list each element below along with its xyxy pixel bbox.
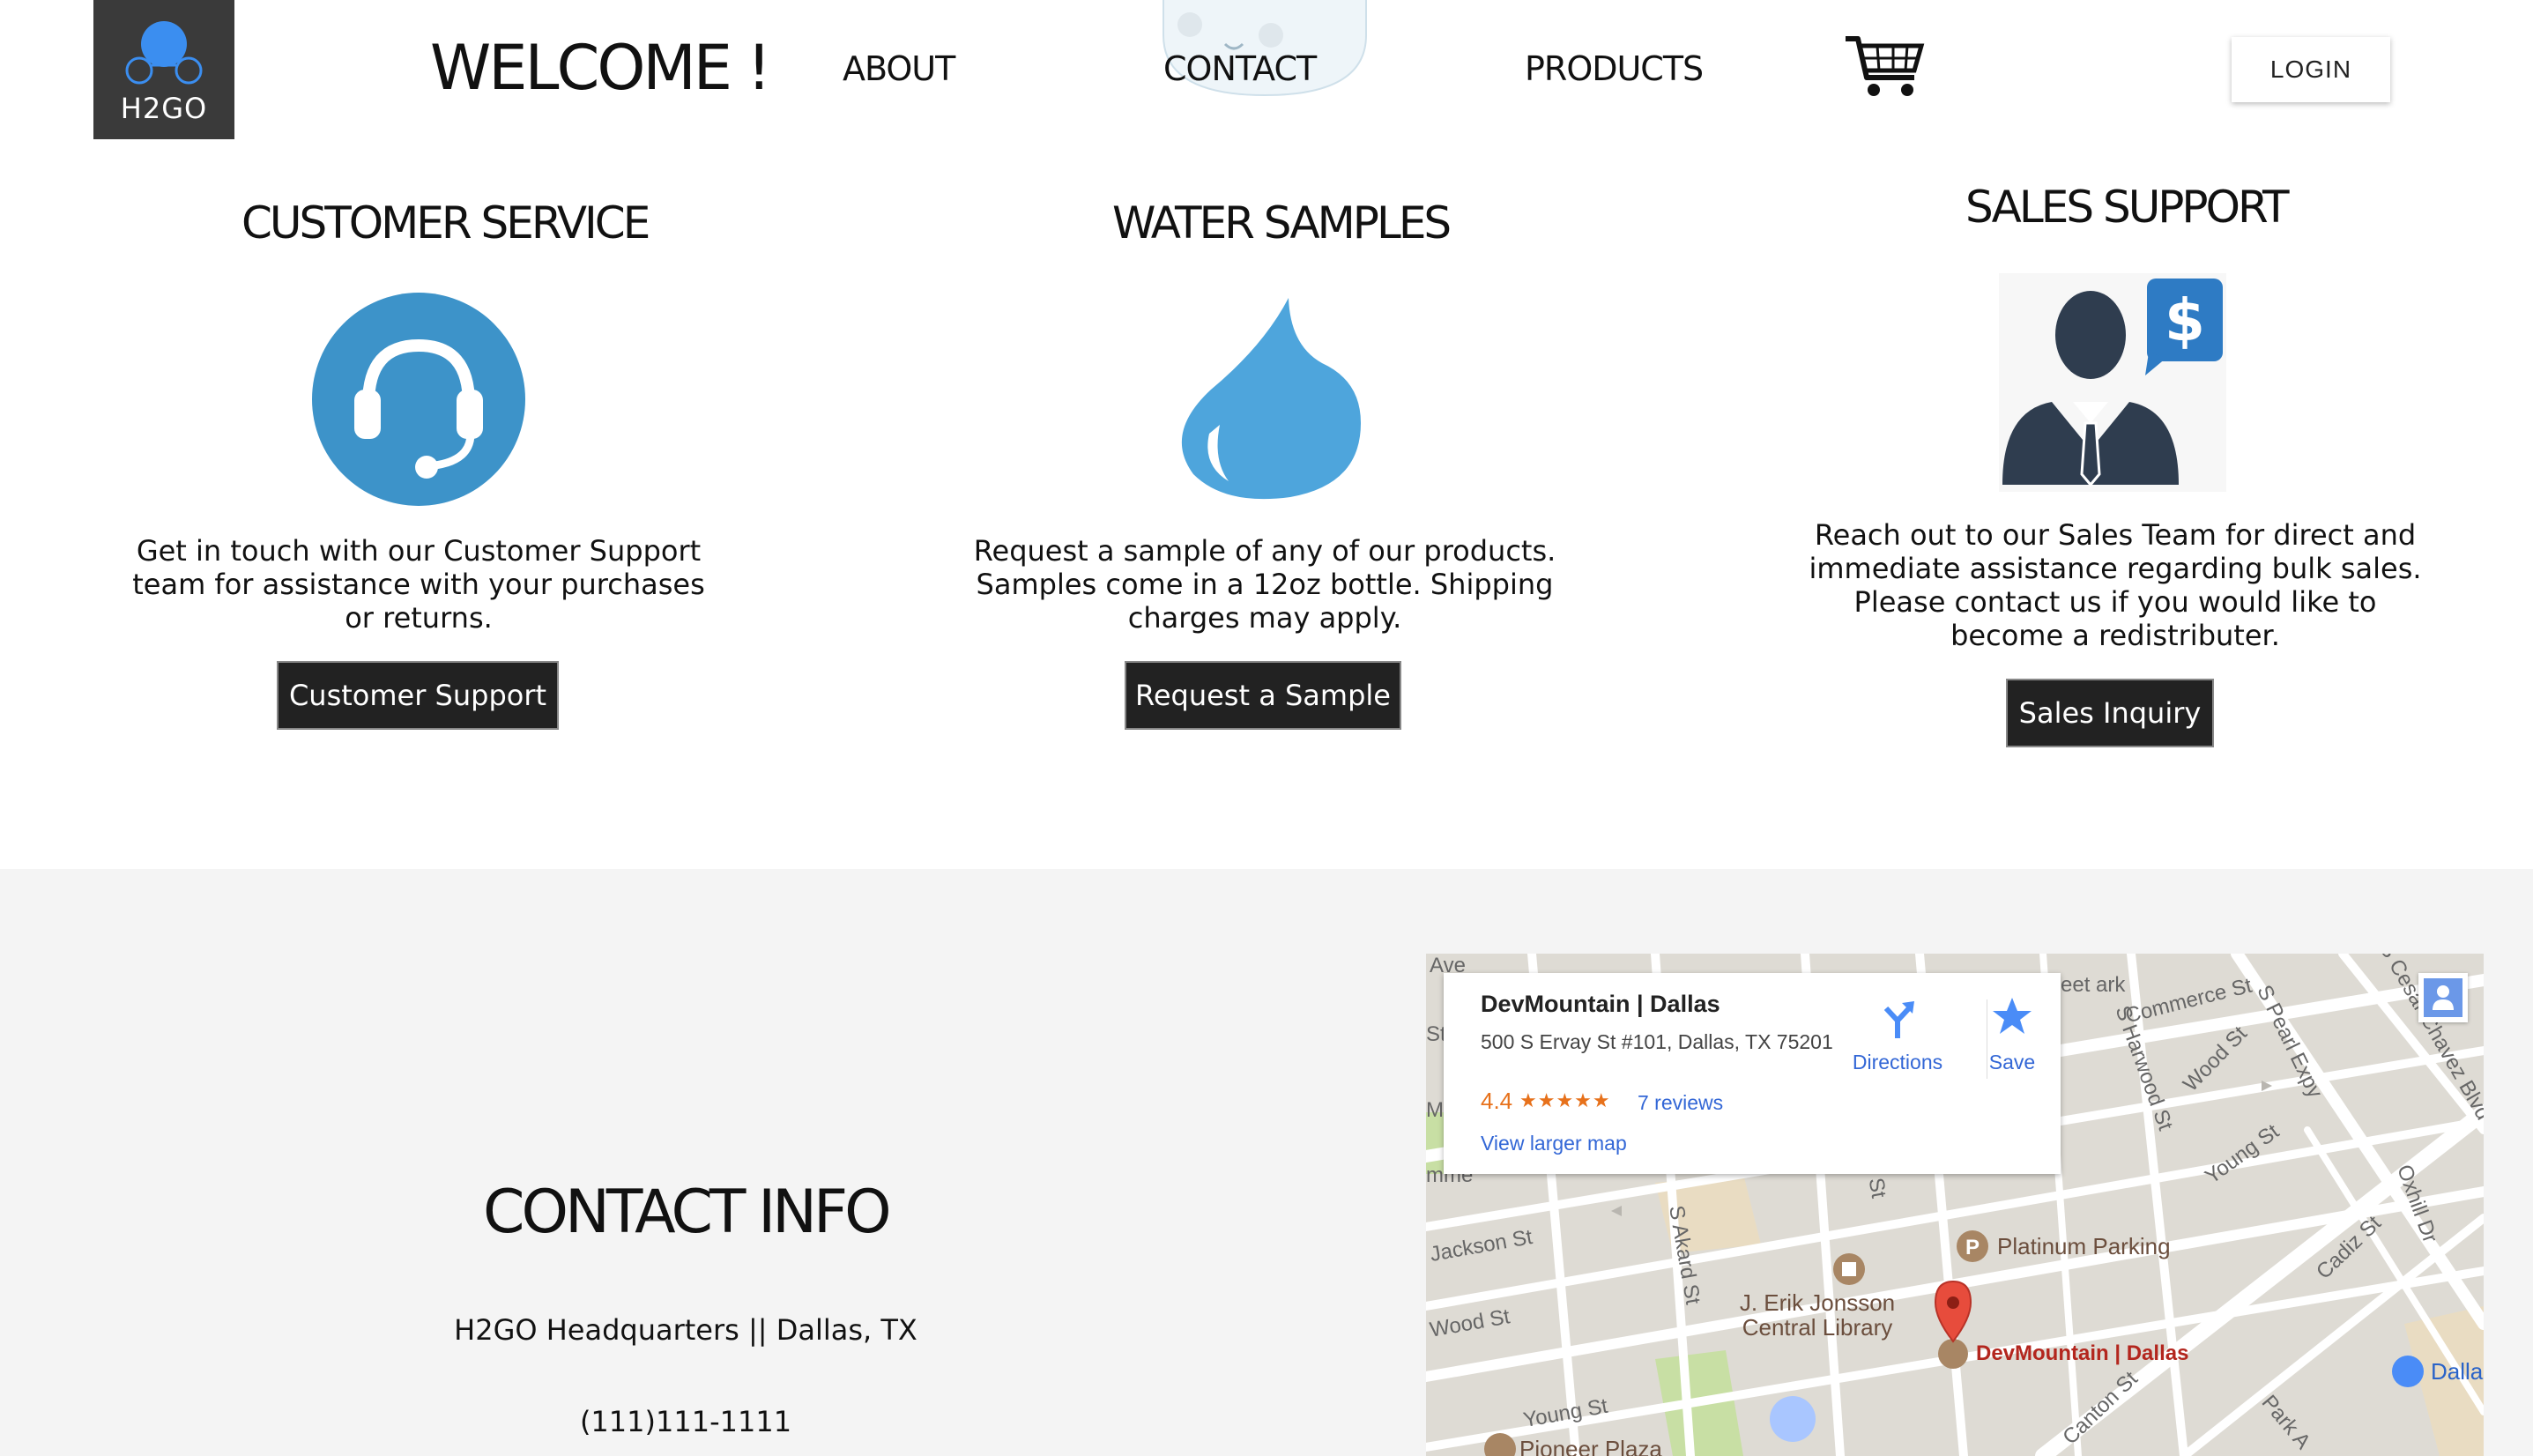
phone-number: (111)111-1111 — [579, 1405, 792, 1438]
reviews-link[interactable]: 7 reviews — [1638, 1091, 1723, 1115]
nav-about[interactable]: ABOUT — [843, 49, 955, 88]
customer-support-button[interactable]: Customer Support — [277, 661, 559, 730]
salesman-icon: $ — [1999, 273, 2226, 492]
contact-info-title: CONTACT INFO — [483, 1177, 892, 1247]
view-larger-map-link[interactable]: View larger map — [1481, 1132, 1627, 1155]
nav-products[interactable]: PRODUCTS — [1525, 49, 1704, 88]
star-icon — [1993, 998, 2032, 1034]
logo-text: H2GO — [120, 92, 208, 125]
place-rating: 4.4 — [1481, 1088, 1513, 1114]
nav-contact[interactable]: CONTACT — [1163, 49, 1317, 88]
logo[interactable]: H2GO — [93, 0, 234, 139]
headquarters-text: H2GO Headquarters || Dallas, TX — [454, 1313, 917, 1347]
rating-stars-icon: ★★★★★ — [1519, 1089, 1611, 1111]
water-samples-title: WATER SAMPLES — [1112, 197, 1452, 249]
directions-icon — [1883, 1001, 1914, 1038]
place-address: 500 S Ervay St #101, Dallas, TX 75201 — [1481, 1030, 1833, 1053]
street-view-pegman-icon[interactable] — [2418, 973, 2468, 1022]
shopping-cart-icon[interactable] — [1842, 32, 1927, 102]
directions-button[interactable]: Directions — [1840, 991, 1955, 1088]
save-button[interactable]: Save — [1972, 991, 2052, 1088]
poi-dallas[interactable]: Dalla — [2431, 1359, 2483, 1384]
sales-support-description: Reach out to our Sales Team for direct a… — [1809, 518, 2422, 652]
save-label: Save — [1988, 1051, 2036, 1073]
sales-support-title: SALES SUPPORT — [1965, 182, 2290, 233]
place-name: DevMountain | Dallas — [1481, 991, 1720, 1017]
street-label: eet ark — [2061, 973, 2126, 997]
customer-service-description: Get in touch with our Customer Support t… — [132, 534, 705, 635]
sales-inquiry-button[interactable]: Sales Inquiry — [2006, 679, 2214, 747]
water-drop-icon — [1181, 298, 1361, 500]
headset-icon — [312, 293, 525, 506]
poi-devmountain[interactable]: DevMountain | Dallas — [1976, 1341, 2188, 1366]
customer-service-title: CUSTOMER SERVICE — [241, 197, 650, 249]
poi-library[interactable]: J. Erik Jonsson Central Library — [1720, 1290, 1914, 1340]
directions-label: Directions — [1852, 1051, 1943, 1073]
login-button[interactable]: LOGIN — [2232, 37, 2390, 102]
welcome-heading: WELCOME ! — [430, 32, 771, 104]
request-sample-button[interactable]: Request a Sample — [1125, 661, 1401, 730]
poi-platinum-parking[interactable]: Platinum Parking — [1997, 1234, 2171, 1259]
poi-pioneer-plaza[interactable]: Pioneer Plaza — [1519, 1437, 1662, 1456]
svg-text:$: $ — [2165, 286, 2205, 354]
street-label: St — [1863, 1176, 1891, 1200]
top-nav: H2GO WELCOME ! ABOUT CONTACT PRODUCTS LO… — [0, 0, 2533, 167]
water-samples-description: Request a sample of any of our products.… — [973, 534, 1556, 635]
logo-bubbles-icon — [125, 21, 203, 85]
map-place-card: DevMountain | Dallas 500 S Ervay St #101… — [1444, 973, 2061, 1174]
svg-text:P: P — [1965, 1236, 1980, 1259]
google-map[interactable]: P Ave St Ma mme Jackson St Wood St S Aka… — [1426, 954, 2484, 1456]
